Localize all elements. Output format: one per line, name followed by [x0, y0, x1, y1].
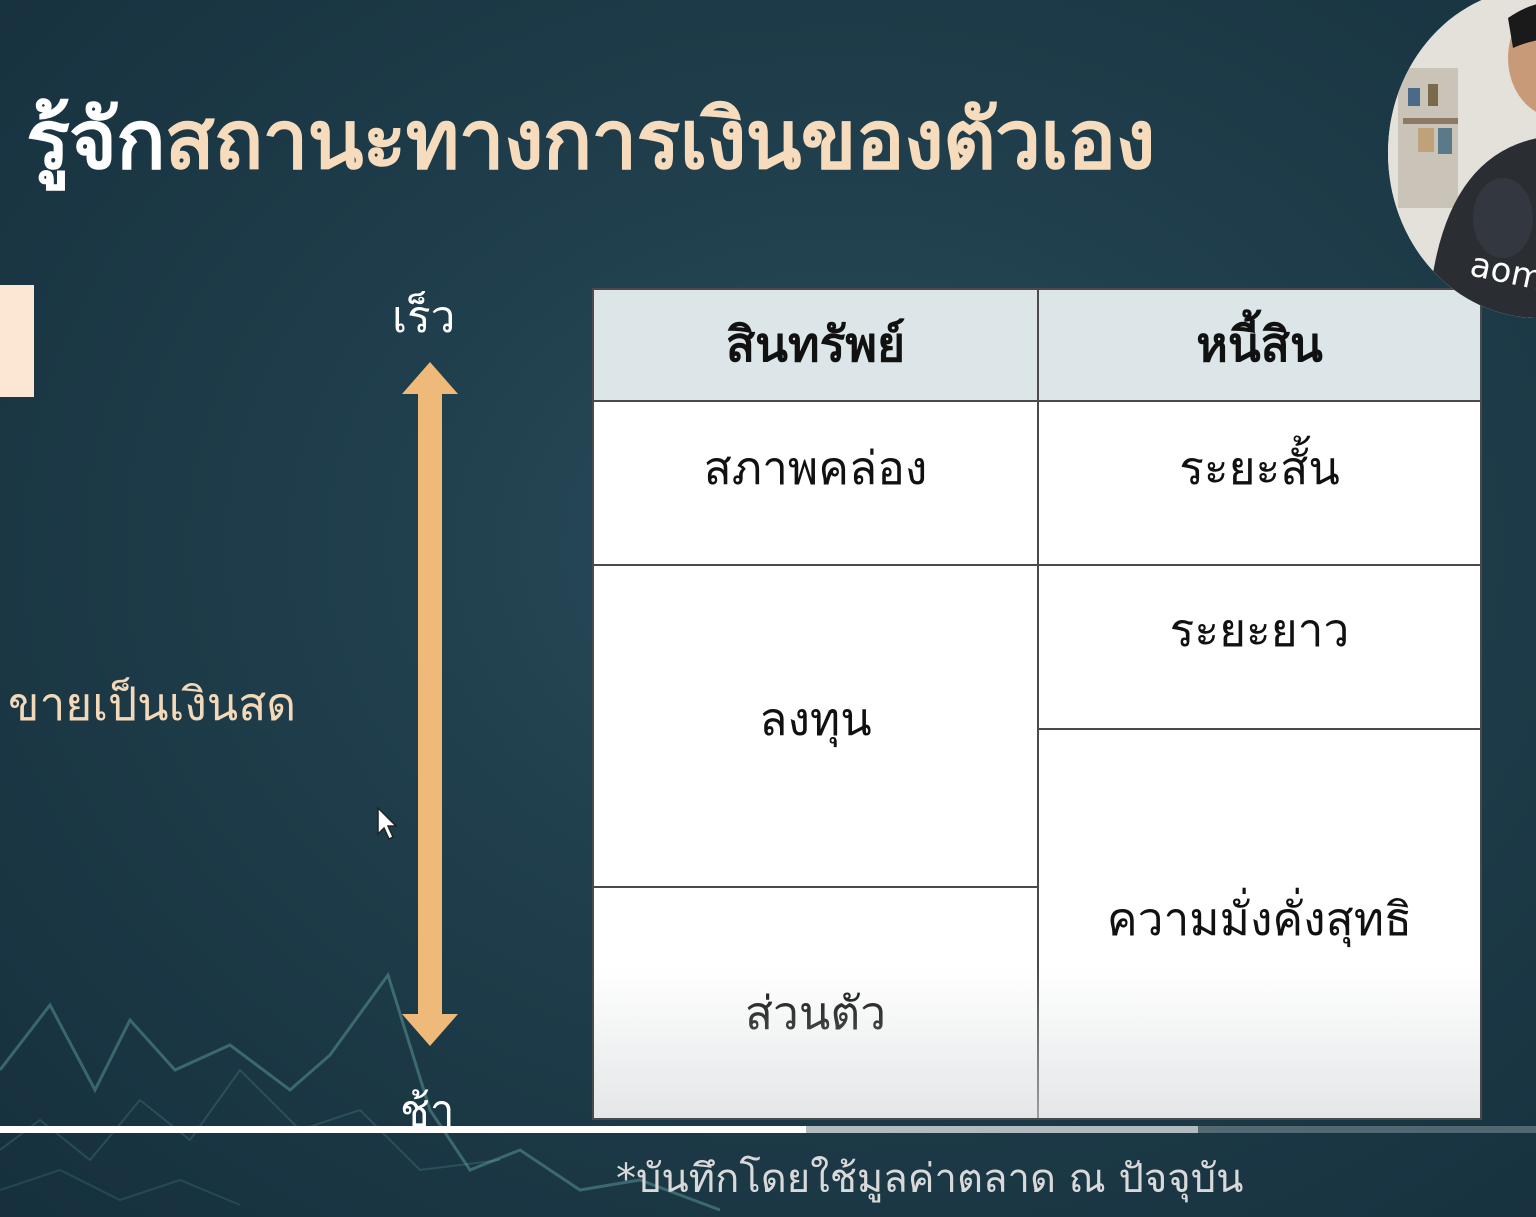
title-main: สถานะทางการเงินของตัวเอง [164, 93, 1156, 188]
double-arrow-icon [402, 362, 458, 1046]
mouse-cursor-icon [377, 806, 398, 841]
liability-long-term: ระยะยาว [1169, 603, 1350, 657]
title-prefix: รู้จัก [26, 93, 166, 188]
slide-footnote: *บันทึกโดยใช้มูลค่าตลาด ณ ปัจจุบัน [616, 1156, 1244, 1202]
asset-liquid: สภาพคล่อง [703, 441, 928, 495]
presentation-slide: รู้จักสถานะทางการเงินของตัวเอง ขายเป็นเง… [0, 0, 1536, 1217]
balance-sheet-table: สินทรัพย์ หนี้สิน สภาพคล่อง ลงทุน ส่วนตั… [592, 288, 1482, 1120]
table-divider-assets-row2 [594, 886, 1037, 888]
table-divider-liabilities-row2 [1039, 728, 1480, 730]
asset-investment: ลงทุน [759, 691, 872, 746]
table-divider-row1 [594, 564, 1480, 566]
video-progress-fill [0, 1126, 807, 1133]
arrow-top-label: เร็ว [392, 292, 456, 343]
table-divider-header [594, 400, 1480, 402]
table-divider-vertical [1037, 290, 1039, 1118]
asset-personal: ส่วนตัว [744, 985, 887, 1040]
header-liabilities: หนี้สิน [1039, 290, 1480, 400]
net-worth: ความมั่งคั่งสุทธิ [1106, 891, 1413, 946]
left-highlight-box [0, 285, 34, 397]
video-progress-bar[interactable] [0, 1126, 1536, 1133]
header-assets: สินทรัพย์ [594, 290, 1037, 400]
arrow-bottom-label: ช้า [400, 1086, 455, 1137]
slide-title: รู้จักสถานะทางการเงินของตัวเอง [26, 92, 1156, 190]
liability-short-term: ระยะสั้น [1179, 441, 1340, 495]
liquidity-side-label: ขายเป็นเงินสด [8, 677, 297, 731]
